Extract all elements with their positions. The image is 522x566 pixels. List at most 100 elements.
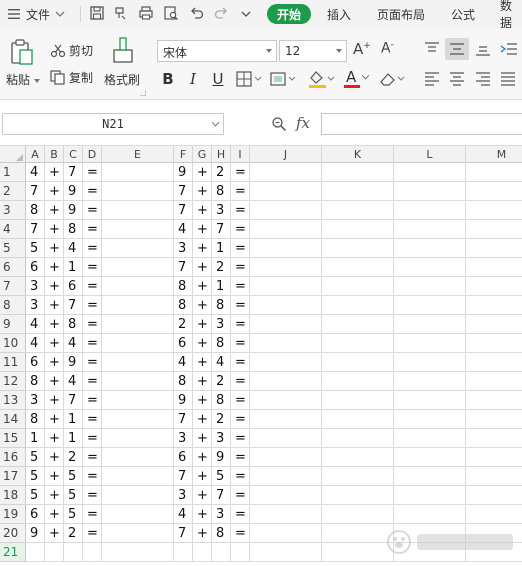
paste-icon[interactable] (9, 38, 35, 66)
cell-c7[interactable]: 6 (64, 277, 83, 296)
cell-a8[interactable]: 3 (26, 296, 45, 315)
column-header-e[interactable]: E (102, 146, 174, 163)
cell-i20[interactable]: = (231, 524, 250, 543)
font-name-select[interactable]: 宋体 (157, 40, 277, 62)
column-header-c[interactable]: C (64, 146, 83, 163)
cell-c12[interactable]: 4 (64, 372, 83, 391)
cell-f4[interactable]: 4 (174, 220, 193, 239)
fill-color-icon[interactable] (307, 69, 335, 89)
cell-f9[interactable]: 2 (174, 315, 193, 334)
cell-k5[interactable] (322, 239, 394, 258)
row-header[interactable]: 20 (0, 524, 26, 543)
cell-m6[interactable] (466, 258, 522, 277)
cell-k6[interactable] (322, 258, 394, 277)
cell-d13[interactable]: = (83, 391, 102, 410)
cell-l2[interactable] (394, 182, 466, 201)
cell-b1[interactable]: + (45, 163, 64, 182)
cell-g8[interactable]: + (193, 296, 212, 315)
cell-e21[interactable] (102, 543, 174, 562)
cell-k4[interactable] (322, 220, 394, 239)
cell-f10[interactable]: 6 (174, 334, 193, 353)
cell-e12[interactable] (102, 372, 174, 391)
tab-insert[interactable]: 插入 (327, 0, 351, 28)
cell-m5[interactable] (466, 239, 522, 258)
cell-j5[interactable] (250, 239, 322, 258)
cell-k21[interactable] (322, 543, 394, 562)
cell-b5[interactable]: + (45, 239, 64, 258)
cell-d4[interactable]: = (83, 220, 102, 239)
cell-h12[interactable]: 2 (212, 372, 231, 391)
cell-k14[interactable] (322, 410, 394, 429)
column-header-g[interactable]: G (193, 146, 212, 163)
column-header-l[interactable]: L (394, 146, 466, 163)
column-header-d[interactable]: D (83, 146, 102, 163)
cell-b14[interactable]: + (45, 410, 64, 429)
cell-g18[interactable]: + (193, 486, 212, 505)
cell-j20[interactable] (250, 524, 322, 543)
cell-k17[interactable] (322, 467, 394, 486)
cell-l17[interactable] (394, 467, 466, 486)
cell-c2[interactable]: 9 (64, 182, 83, 201)
align-right-icon[interactable] (475, 72, 491, 86)
clear-format-icon[interactable] (378, 71, 406, 87)
cell-l18[interactable] (394, 486, 466, 505)
cell-k16[interactable] (322, 448, 394, 467)
cell-h13[interactable]: 8 (212, 391, 231, 410)
cell-l4[interactable] (394, 220, 466, 239)
cell-j13[interactable] (250, 391, 322, 410)
cell-g16[interactable]: + (193, 448, 212, 467)
cell-j6[interactable] (250, 258, 322, 277)
cell-b16[interactable]: + (45, 448, 64, 467)
cell-k7[interactable] (322, 277, 394, 296)
tab-data[interactable]: 数据 (500, 0, 522, 30)
cell-b21[interactable] (45, 543, 64, 562)
cell-l16[interactable] (394, 448, 466, 467)
cell-g9[interactable]: + (193, 315, 212, 334)
cell-d15[interactable]: = (83, 429, 102, 448)
cell-j11[interactable] (250, 353, 322, 372)
cell-g17[interactable]: + (193, 467, 212, 486)
cell-a12[interactable]: 8 (26, 372, 45, 391)
cell-j2[interactable] (250, 182, 322, 201)
cell-d17[interactable]: = (83, 467, 102, 486)
cell-j8[interactable] (250, 296, 322, 315)
borders-icon[interactable] (236, 71, 262, 87)
cell-i7[interactable]: = (231, 277, 250, 296)
redo-icon[interactable] (213, 5, 229, 21)
cell-j7[interactable] (250, 277, 322, 296)
cell-d14[interactable]: = (83, 410, 102, 429)
dialog-launcher-icon[interactable] (140, 90, 146, 96)
cell-b17[interactable]: + (45, 467, 64, 486)
cell-e5[interactable] (102, 239, 174, 258)
cell-g2[interactable]: + (193, 182, 212, 201)
cell-h10[interactable]: 8 (212, 334, 231, 353)
cell-j3[interactable] (250, 201, 322, 220)
column-header-m[interactable]: M (466, 146, 522, 163)
cell-h21[interactable] (212, 543, 231, 562)
cell-m7[interactable] (466, 277, 522, 296)
cell-i16[interactable]: = (231, 448, 250, 467)
cell-h17[interactable]: 5 (212, 467, 231, 486)
cell-e14[interactable] (102, 410, 174, 429)
cell-c1[interactable]: 7 (64, 163, 83, 182)
cell-g13[interactable]: + (193, 391, 212, 410)
row-header[interactable]: 15 (0, 429, 26, 448)
cell-l19[interactable] (394, 505, 466, 524)
cell-a4[interactable]: 7 (26, 220, 45, 239)
cell-f14[interactable]: 7 (174, 410, 193, 429)
cell-a16[interactable]: 5 (26, 448, 45, 467)
cell-d21[interactable] (83, 543, 102, 562)
cell-c15[interactable]: 1 (64, 429, 83, 448)
cell-i8[interactable]: = (231, 296, 250, 315)
cell-c18[interactable]: 5 (64, 486, 83, 505)
cell-i5[interactable]: = (231, 239, 250, 258)
cell-k15[interactable] (322, 429, 394, 448)
row-header[interactable]: 18 (0, 486, 26, 505)
cell-f3[interactable]: 7 (174, 201, 193, 220)
cell-b15[interactable]: + (45, 429, 64, 448)
cell-b2[interactable]: + (45, 182, 64, 201)
cell-g5[interactable]: + (193, 239, 212, 258)
cell-e16[interactable] (102, 448, 174, 467)
cell-d18[interactable]: = (83, 486, 102, 505)
cell-j16[interactable] (250, 448, 322, 467)
